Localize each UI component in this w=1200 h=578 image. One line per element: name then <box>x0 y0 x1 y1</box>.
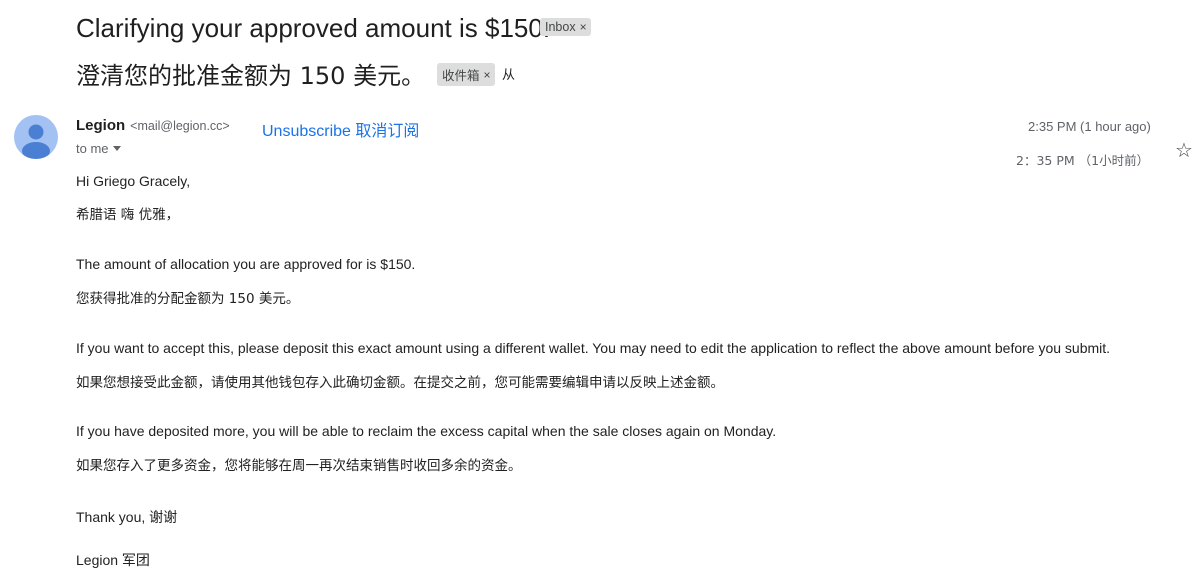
to-me-label: to me <box>76 141 109 156</box>
email-timestamp: 2:35 PM (1 hour ago) <box>1028 119 1151 134</box>
greeting-text: Hi Griego Gracely, <box>76 173 191 189</box>
chevron-down-icon <box>112 146 121 151</box>
inbox-label-text-cn: 收件箱 <box>442 69 480 83</box>
inbox-label-chip[interactable]: Inbox × <box>540 18 591 36</box>
greeting-text-cn: 希腊语 嗨 优雅， <box>76 207 180 223</box>
paragraph-2-text-cn: 如果您想接受此金额，请使用其他钱包存入此确切金额。在提交之前，您可能需要编辑申请… <box>76 375 724 391</box>
remove-label-icon[interactable]: × <box>580 20 587 34</box>
signature-text: Legion 军团 <box>76 552 150 568</box>
email-timestamp-cn: 2：35 PM （1小时前） <box>1016 153 1150 168</box>
unsubscribe-link[interactable]: Unsubscribe 取消订阅 <box>262 117 419 141</box>
avatar[interactable] <box>14 115 58 159</box>
recipient-details-toggle[interactable]: to me <box>76 141 121 156</box>
email-subject-cn: 澄清您的批准金额为 150 美元。 <box>76 62 426 90</box>
paragraph-3-text: If you have deposited more, you will be … <box>76 423 777 439</box>
star-icon[interactable]: ☆ <box>1175 138 1193 163</box>
remove-label-cn-icon[interactable]: × <box>484 68 491 82</box>
paragraph-2-text: If you want to accept this, please depos… <box>76 340 1111 356</box>
sender-name[interactable]: Legion <box>76 117 125 134</box>
sender-info: Legion <mail@legion.cc> <box>76 117 230 134</box>
email-subject: Clarifying your approved amount is $150. <box>76 13 551 43</box>
label-suffix-cn: 从 <box>502 68 516 83</box>
sender-email[interactable]: <mail@legion.cc> <box>130 119 230 133</box>
inbox-label-text: Inbox <box>545 20 576 34</box>
paragraph-1-text-cn: 您获得批准的分配金额为 150 美元。 <box>76 291 300 307</box>
paragraph-1-text: The amount of allocation you are approve… <box>76 256 416 272</box>
paragraph-3-text-cn: 如果您存入了更多资金，您将能够在周一再次结束销售时收回多余的资金。 <box>76 458 522 474</box>
closing-text: Thank you, 谢谢 <box>76 509 178 525</box>
inbox-label-chip-cn[interactable]: 收件箱 × <box>437 63 495 86</box>
person-icon <box>22 124 50 159</box>
